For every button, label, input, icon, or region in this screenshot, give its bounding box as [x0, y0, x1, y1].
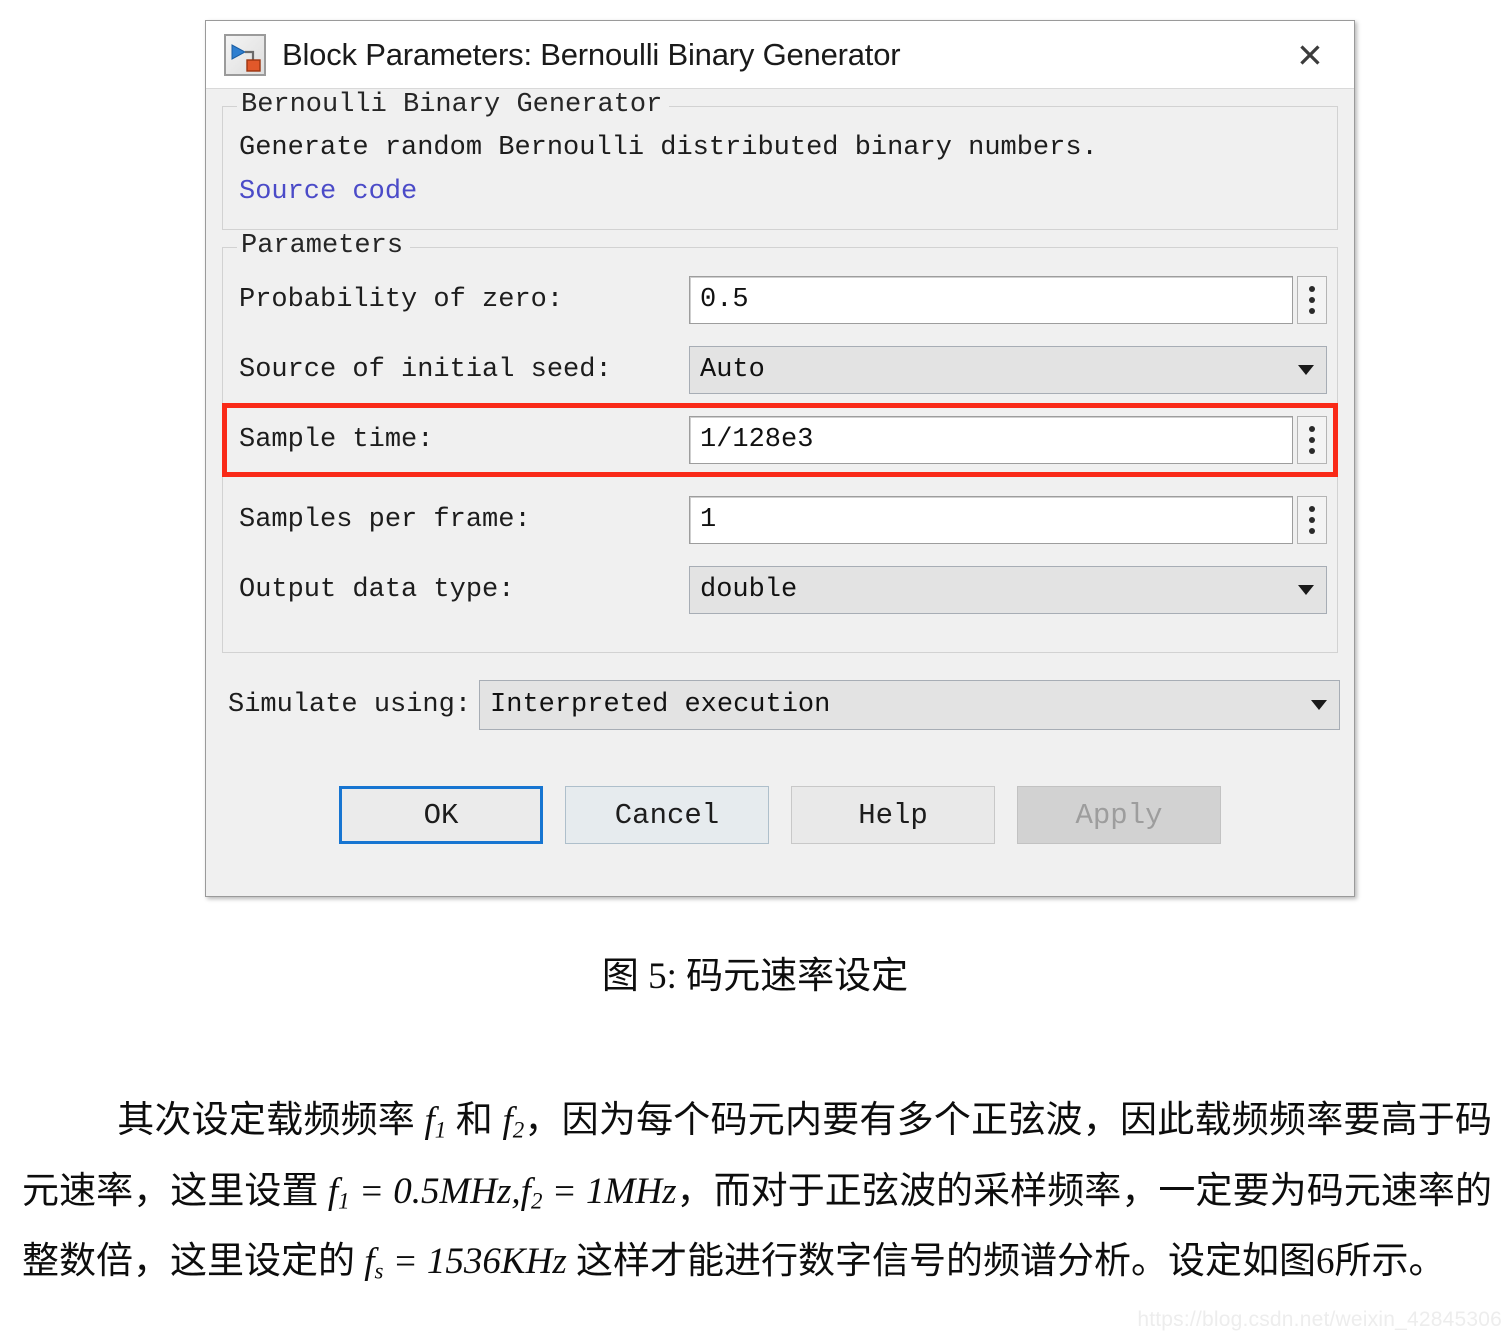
- simulate-using-dropdown[interactable]: Interpreted execution: [479, 680, 1340, 730]
- param-control-source-of-initial-seed: Auto: [689, 346, 1327, 394]
- param-control-sample-time: 1/128e3: [689, 416, 1327, 464]
- description-text: Generate random Bernoulli distributed bi…: [239, 133, 1098, 163]
- probability-of-zero-input[interactable]: 0.5: [689, 276, 1293, 324]
- math-eq1: f1 = 0.5MHz,: [327, 1170, 521, 1214]
- chevron-down-icon: [1311, 700, 1327, 710]
- param-control-probability-of-zero: 0.5: [689, 276, 1327, 324]
- figure-caption: 图 5: 码元速率设定: [601, 956, 909, 997]
- parameters-group-legend: Parameters: [237, 231, 411, 261]
- source-of-initial-seed-value: Auto: [700, 355, 765, 385]
- simulate-using-row: Simulate using: Interpreted execution: [228, 680, 1340, 730]
- paragraph-part-2: 和: [446, 1100, 503, 1141]
- description-group-content: Generate random Bernoulli distributed bi…: [223, 107, 1337, 229]
- param-control-samples-per-frame: 1: [689, 496, 1327, 544]
- output-data-type-dropdown[interactable]: double: [689, 566, 1327, 614]
- cancel-button[interactable]: Cancel: [565, 786, 769, 844]
- math-f1: f1: [424, 1100, 447, 1143]
- math-f2-base: f: [502, 1100, 513, 1141]
- param-row-samples-per-frame: Samples per frame: 1: [233, 494, 1327, 546]
- math-eq3: fs = 1536KHz: [364, 1241, 567, 1284]
- simulate-using-label: Simulate using:: [228, 690, 472, 720]
- description-group-legend: Bernoulli Binary Generator: [237, 90, 670, 120]
- dialog-body: Bernoulli Binary Generator Generate rand…: [206, 90, 1354, 844]
- param-label-sample-time: Sample time:: [239, 425, 434, 455]
- sample-time-spinner-icon[interactable]: [1297, 416, 1327, 464]
- close-icon[interactable]: ✕: [1288, 35, 1332, 75]
- math-eq3-rest: = 1536KHz: [383, 1241, 567, 1283]
- math-eq1-rest: = 0.5MHz,: [349, 1170, 521, 1212]
- simulink-block-icon: [224, 33, 266, 76]
- math-eq2: f2 = 1MHz: [520, 1170, 677, 1214]
- chevron-down-icon: [1298, 365, 1314, 375]
- math-f1-base: f: [424, 1100, 435, 1141]
- param-label-samples-per-frame: Samples per frame:: [239, 505, 531, 535]
- param-control-output-data-type: double: [689, 566, 1327, 614]
- source-of-initial-seed-dropdown[interactable]: Auto: [689, 346, 1327, 394]
- math-eq2-rest: = 1MHz: [542, 1170, 677, 1212]
- math-eq1-base: f: [327, 1170, 339, 1212]
- math-eq1-sub: 1: [338, 1188, 350, 1214]
- probability-of-zero-spinner-icon[interactable]: [1297, 276, 1327, 324]
- math-eq2-base: f: [520, 1170, 531, 1212]
- math-f1-sub: 1: [434, 1117, 447, 1143]
- body-paragraph: 其次设定载频频率 f1 和 f2，因为每个码元内要有多个正弦波，因此载频频率要高…: [22, 1090, 1492, 1302]
- math-f2: f2: [502, 1100, 525, 1143]
- samples-per-frame-input[interactable]: 1: [689, 496, 1293, 544]
- param-row-output-data-type: Output data type: double: [233, 564, 1327, 616]
- dialog-button-bar: OK Cancel Help Apply: [220, 786, 1340, 844]
- param-row-probability-of-zero: Probability of zero: 0.5: [233, 274, 1327, 326]
- parameters-group-content: Probability of zero: 0.5 Source of initi…: [222, 248, 1338, 652]
- sample-time-input[interactable]: 1/128e3: [689, 416, 1293, 464]
- param-label-source-of-initial-seed: Source of initial seed:: [239, 355, 612, 385]
- help-button[interactable]: Help: [791, 786, 995, 844]
- description-groupbox: Bernoulli Binary Generator Generate rand…: [222, 90, 1338, 230]
- apply-button: Apply: [1017, 786, 1221, 844]
- math-eq3-base: f: [364, 1241, 375, 1283]
- paragraph-part-1: 其次设定载频频率: [117, 1100, 425, 1141]
- parameters-groupbox: Parameters Probability of zero: 0.5 Sour…: [222, 231, 1338, 653]
- ok-button[interactable]: OK: [339, 786, 543, 844]
- param-row-sample-time: Sample time: 1/128e3: [222, 403, 1338, 477]
- math-f2-sub: 2: [512, 1117, 525, 1143]
- source-code-link[interactable]: Source code: [239, 177, 1327, 207]
- math-eq2-sub: 2: [530, 1188, 543, 1214]
- block-parameters-dialog: Block Parameters: Bernoulli Binary Gener…: [205, 20, 1355, 897]
- param-row-source-of-initial-seed: Source of initial seed: Auto: [233, 344, 1327, 396]
- param-label-output-data-type: Output data type:: [239, 575, 515, 605]
- dialog-title: Block Parameters: Bernoulli Binary Gener…: [282, 36, 901, 72]
- simulate-using-value: Interpreted execution: [490, 690, 831, 720]
- watermark-text: https://blog.csdn.net/weixin_42845306: [1137, 1308, 1502, 1331]
- dialog-titlebar: Block Parameters: Bernoulli Binary Gener…: [206, 21, 1354, 89]
- paragraph-part-5: 这样才能进行数字信号的频谱分析。设定如图6所示。: [566, 1241, 1446, 1283]
- samples-per-frame-spinner-icon[interactable]: [1297, 496, 1327, 544]
- output-data-type-value: double: [700, 575, 798, 605]
- param-label-probability-of-zero: Probability of zero:: [239, 285, 564, 315]
- chevron-down-icon: [1298, 585, 1314, 595]
